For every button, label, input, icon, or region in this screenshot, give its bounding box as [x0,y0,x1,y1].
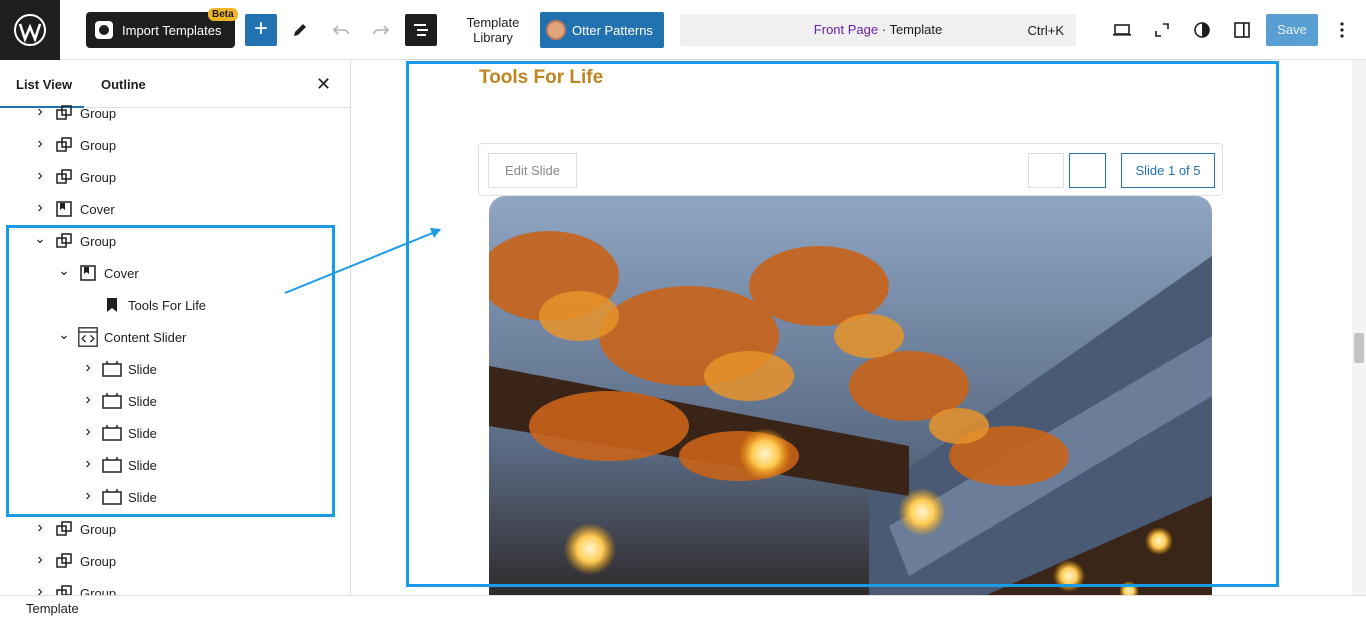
group-icon [54,103,74,123]
tab-outline[interactable]: Outline [101,77,146,92]
document-title-separator: · [878,22,890,37]
cover-icon [54,199,74,219]
styles-contrast-icon[interactable] [1186,14,1218,46]
tree-item-group[interactable]: › Group [32,97,116,129]
tree-item-group[interactable]: › Group [32,129,116,161]
tree-item-label: Group [80,553,117,569]
group-icon [54,583,74,595]
tree-item-label: Group [80,137,117,153]
chevron-right-icon[interactable]: › [32,519,48,537]
close-icon[interactable]: ✕ [316,74,331,95]
editor-top-bar: Import Templates Beta + Template Library… [0,0,1366,60]
footer-breadcrumb: Template [0,595,1366,620]
next-slide-button[interactable] [1069,153,1106,188]
slide-image[interactable] [489,196,1212,595]
tree-item-cover[interactable]: › Cover [32,193,115,225]
template-library-button[interactable]: Template Library [459,15,527,45]
beta-badge: Beta [208,8,238,21]
chevron-right-icon[interactable]: › [32,551,48,569]
command-palette-bar[interactable]: Front Page · Template Ctrl+K [680,14,1076,46]
tab-list-view[interactable]: List View [16,77,72,92]
slide-counter[interactable]: Slide 1 of 5 [1121,153,1215,188]
document-title-page: Front Page [813,22,879,37]
tree-item-label: Group [80,105,117,121]
chevron-right-icon[interactable]: › [32,583,48,595]
edit-slide-button[interactable]: Edit Slide [488,153,577,188]
chevron-right-icon[interactable]: › [32,103,48,121]
redo-icon[interactable] [365,14,397,46]
page-heading[interactable]: Tools For Life [479,67,603,89]
tree-item-label: Group [80,521,117,537]
tree-item-label: Group [80,585,117,596]
tree-item-group[interactable]: › Group [32,161,116,193]
pencil-icon[interactable] [284,14,316,46]
document-overview-button[interactable] [405,14,437,46]
templates-logo-icon [95,21,113,39]
fullscreen-icon[interactable] [1146,14,1178,46]
options-menu-icon[interactable] [1326,14,1358,46]
template-library-line2: Library [473,30,513,45]
group-icon [54,551,74,571]
settings-sidebar-icon[interactable] [1226,14,1258,46]
tree-item-group[interactable]: › Group [32,577,116,595]
document-title: Front Page · Template [680,22,1076,37]
editor-canvas: Tools For Life Edit Slide Slide 1 of 5 [351,60,1352,595]
list-view-icon [414,24,428,36]
breadcrumb-template[interactable]: Template [26,601,79,616]
otter-patterns-button[interactable]: Otter Patterns [540,12,664,48]
chevron-right-icon[interactable]: › [32,199,48,217]
highlight-box [6,225,335,517]
list-view-sidebar: List View Outline ✕ › Group › Group › Group › C… [0,60,351,595]
add-block-button[interactable]: + [245,14,277,46]
tree-item-group[interactable]: › Group [32,513,116,545]
tree-item-label: Group [80,169,117,185]
scrollbar-thumb[interactable] [1354,333,1364,363]
canvas-scrollbar[interactable] [1352,60,1366,595]
import-templates-label: Import Templates [122,22,222,38]
group-icon [54,135,74,155]
command-shortcut: Ctrl+K [1027,23,1064,38]
chevron-right-icon[interactable]: › [32,167,48,185]
save-button[interactable]: Save [1266,14,1318,46]
tree-item-label: Cover [80,201,115,217]
chevron-right-icon[interactable]: › [32,135,48,153]
document-title-type: Template [889,22,943,37]
undo-icon[interactable] [325,14,357,46]
group-icon [54,167,74,187]
content-slider-toolbar: Edit Slide Slide 1 of 5 [478,143,1223,196]
otter-avatar-icon [546,20,566,40]
template-library-line1: Template [466,15,520,30]
tree-item-group[interactable]: › Group [32,545,116,577]
wordpress-logo-icon[interactable] [0,0,60,60]
previous-slide-button[interactable] [1028,153,1064,188]
group-icon [54,519,74,539]
desktop-preview-icon[interactable] [1106,14,1138,46]
otter-patterns-label: Otter Patterns [572,22,653,38]
